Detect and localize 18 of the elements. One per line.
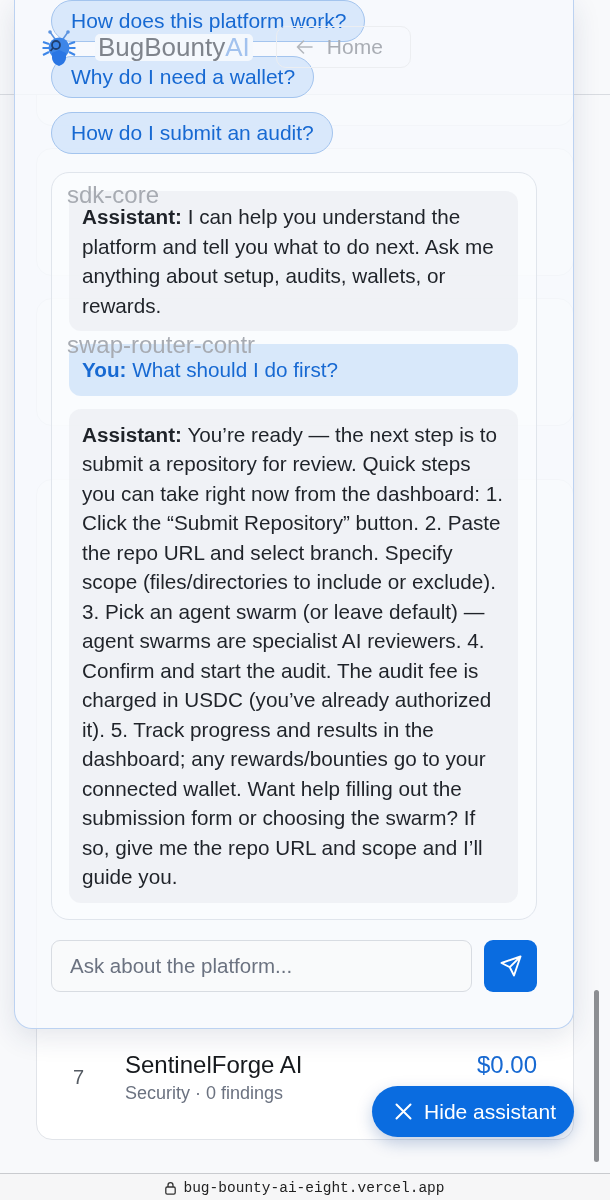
arrow-left-icon: [295, 40, 313, 54]
assistant-message: Assistant: You’re ready — the next step is to submit a repository for review. Quick steps you can take right now from the dashboard: 1. Click the “Submit Repository” button. 2. Paste the repo URL and select branch. Specify scope (files/directories to include or exclude). 3. Pick an agent swarm (or leave default) — agent swarms are specialist AI reviewers. 4. Confirm and start the audit. The audit fee is charged in USDC (you’ve already authorized it). 5. Track progress and results in the dashboard; any rewards/bounties go to your connected wallet. Want help filling out the submission form or choosing the swarm? If so, give me the repo URL and scope and I’ll guide you.: [69, 408, 518, 903]
scrollbar-thumb[interactable]: [594, 990, 599, 1162]
reward-amount: $0.00: [476, 1050, 537, 1079]
send-icon: [499, 954, 522, 977]
send-button[interactable]: [484, 939, 537, 992]
lock-icon: [165, 1181, 177, 1195]
suggestion-chip[interactable]: How do I submit an audit?: [51, 112, 333, 154]
agent-name: SentinelForge AI: [125, 1050, 304, 1079]
hide-assistant-button[interactable]: Hide assistant: [372, 1086, 574, 1137]
chat-input[interactable]: Ask about the platform...: [51, 939, 472, 992]
repo-name: swap-router-contr: [67, 332, 256, 358]
close-icon: [395, 1103, 413, 1120]
agent-meta: Security · 0 findings: [125, 1082, 285, 1104]
repo-name: sdk-core: [67, 182, 160, 208]
url-text: bug-bounty-ai-eight.vercel.app: [183, 1180, 445, 1197]
rank-number: 7: [73, 1065, 86, 1089]
brand-name: BugBountyAI: [95, 33, 253, 61]
